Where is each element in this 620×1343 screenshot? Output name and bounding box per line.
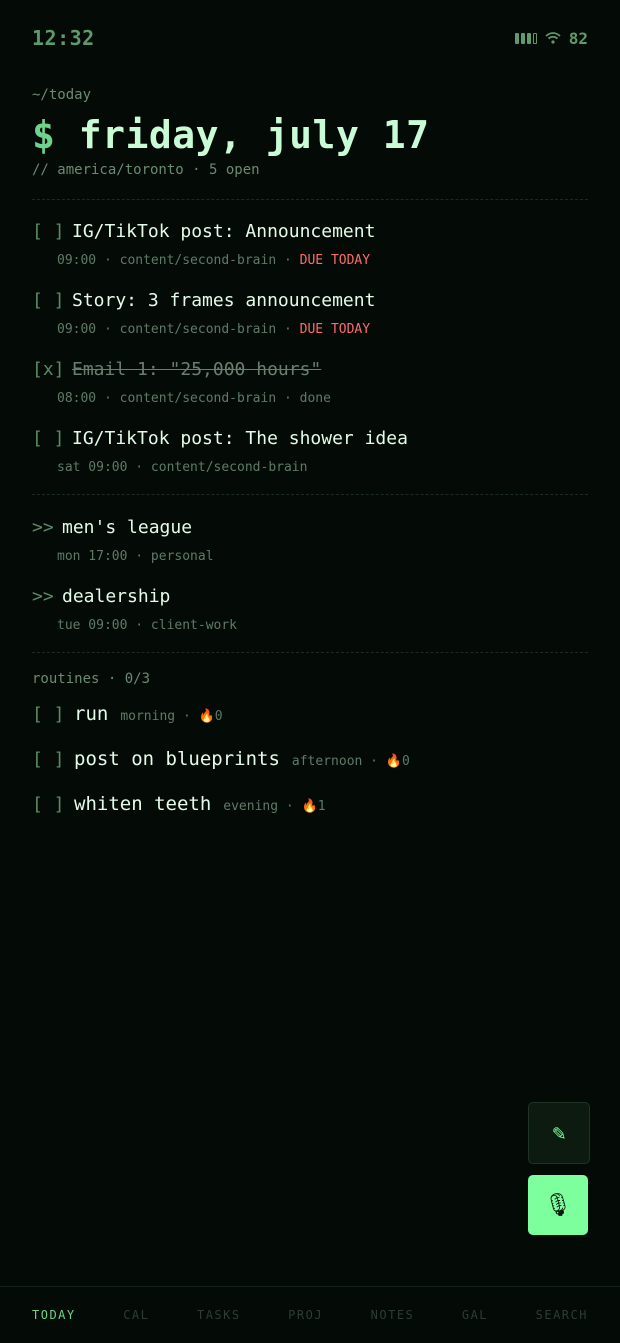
routine-title[interactable]: run [74,703,108,725]
tab-tasks[interactable]: TASKS [197,1308,241,1322]
timezone-summary: // america/toronto · 5 open [32,162,260,178]
project-item[interactable]: >> dealership tue 09:00 · client-work [32,586,588,633]
task-item[interactable]: [ ] IG/TikTok post: Announcement 09:00 ·… [32,221,588,268]
task-meta: sat 09:00 · content/second-brain [57,460,308,475]
task-checkbox[interactable]: [ ] [32,428,72,449]
routine-checkbox[interactable]: [ ] [32,704,74,725]
routine-item[interactable]: [ ] whiten teeth evening · 🔥1 [32,793,326,815]
pencil-icon: ✎ [552,1120,566,1146]
project-title[interactable]: dealership [62,586,170,607]
task-item[interactable]: [ ] Story: 3 frames announcement 09:00 ·… [32,290,588,337]
project-arrow: >> [32,517,54,538]
status-bar: 12:32 82 [32,24,588,52]
routine-meta: morning · 🔥0 [120,709,223,724]
new-note-button[interactable]: ✎ [528,1102,590,1164]
microphone-icon: 🎙 [544,1192,572,1218]
routine-title[interactable]: post on blueprints [74,748,280,770]
clock: 12:32 [32,26,95,50]
tab-notes[interactable]: NOTES [371,1308,415,1322]
routine-meta: afternoon · 🔥0 [291,754,410,769]
routine-item[interactable]: [ ] run morning · 🔥0 [32,703,223,725]
divider [32,494,588,495]
routine-checkbox[interactable]: [ ] [32,794,74,815]
routine-checkbox[interactable]: [ ] [32,749,74,770]
routines-header: routines · 0/3 [32,671,151,687]
task-checkbox[interactable]: [ ] [32,290,72,311]
project-meta: mon 17:00 · personal [57,549,214,564]
project-meta: tue 09:00 · client-work [57,618,238,633]
task-checkbox[interactable]: [ ] [32,221,72,242]
signal-icon [514,32,537,44]
project-title[interactable]: men's league [62,517,192,538]
project-arrow: >> [32,586,54,607]
divider [32,199,588,200]
routine-item[interactable]: [ ] post on blueprints afternoon · 🔥0 [32,748,410,770]
task-meta: 09:00 · content/second-brain · DUE TODAY [57,253,371,268]
page-title: $ friday, july 17 [32,113,429,157]
divider [32,652,588,653]
battery-level: 82 [568,28,588,48]
bottom-tab-bar: TODAY CAL TASKS PROJ NOTES GAL SEARCH [0,1286,620,1343]
breadcrumb-path: ~/today [32,87,92,103]
routine-title[interactable]: whiten teeth [74,793,211,815]
tab-gal[interactable]: GAL [462,1308,488,1322]
date-title: friday, july 17 [78,113,430,157]
voice-capture-button[interactable]: 🎙 [528,1175,588,1235]
task-title[interactable]: IG/TikTok post: The shower idea [72,428,408,449]
due-badge: DUE TODAY [299,322,371,337]
task-item-completed[interactable]: [x] Email 1: "25,000 hours" 08:00 · cont… [32,359,588,406]
routine-meta: evening · 🔥1 [223,799,326,814]
tab-cal[interactable]: CAL [123,1308,149,1322]
task-checkbox-checked[interactable]: [x] [32,359,72,380]
wifi-icon [545,32,561,44]
due-badge: DUE TODAY [299,253,371,268]
tab-search[interactable]: SEARCH [536,1308,588,1322]
task-title[interactable]: Story: 3 frames announcement [72,290,375,311]
task-title[interactable]: Email 1: "25,000 hours" [72,359,321,380]
project-item[interactable]: >> men's league mon 17:00 · personal [32,517,588,564]
status-indicators: 82 [514,28,588,48]
task-meta: 09:00 · content/second-brain · DUE TODAY [57,322,371,337]
task-title[interactable]: IG/TikTok post: Announcement [72,221,375,242]
task-item[interactable]: [ ] IG/TikTok post: The shower idea sat … [32,428,588,475]
task-meta: 08:00 · content/second-brain · done [57,391,331,406]
prompt-symbol: $ [32,113,56,157]
tab-today[interactable]: TODAY [32,1308,76,1322]
tab-proj[interactable]: PROJ [288,1308,323,1322]
